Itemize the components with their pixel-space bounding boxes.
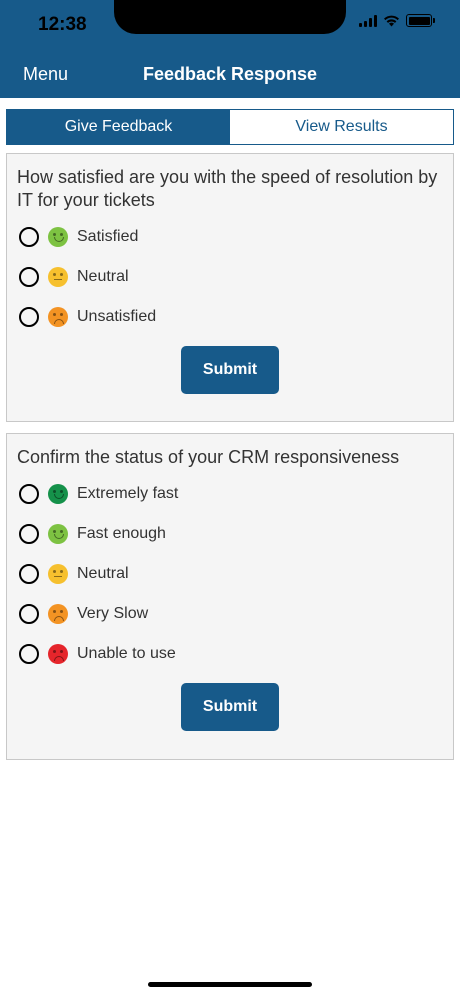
option-list: Extremely fast Fast enough Neutral Very … [19,474,453,674]
home-indicator[interactable] [148,982,312,987]
radio-button[interactable] [19,267,39,287]
neutral-emoji-icon [48,267,68,287]
option-label: Unsatisfied [77,308,157,325]
radio-button[interactable] [19,484,39,504]
page-title: Feedback Response [142,64,318,84]
segmented-tabs: Give Feedback View Results [6,109,454,145]
device-notch [114,0,346,34]
unsatisfied-emoji-icon [48,307,68,327]
satisfied-emoji-icon [48,227,68,247]
radio-button[interactable] [19,307,39,327]
unhappy-emoji-icon [48,604,68,624]
option-unsatisfied[interactable]: Unsatisfied [19,297,453,337]
option-neutral[interactable]: Neutral [19,554,453,594]
happy-emoji-icon [48,524,68,544]
option-satisfied[interactable]: Satisfied [19,217,453,257]
survey-question: How satisfied are you with the speed of … [17,167,438,210]
option-label: Extremely fast [77,485,179,502]
wifi-icon [384,15,399,26]
option-label: Fast enough [77,525,166,542]
app-header: 12:38 Menu Feedback Response [0,0,460,98]
radio-button[interactable] [19,604,39,624]
survey-card-crm-responsiveness: Confirm the status of your CRM responsiv… [6,433,454,760]
option-label: Unable to use [77,645,176,662]
option-very-slow[interactable]: Very Slow [19,594,453,634]
radio-button[interactable] [19,644,39,664]
radio-button[interactable] [19,524,39,544]
tab-give-feedback[interactable]: Give Feedback [7,110,230,144]
survey-card-resolution-speed: How satisfied are you with the speed of … [6,153,454,422]
very-unhappy-emoji-icon [48,644,68,664]
signal-icon [359,14,377,27]
option-label: Satisfied [77,228,139,245]
option-extremely-fast[interactable]: Extremely fast [19,474,453,514]
option-label: Neutral [77,268,129,285]
option-neutral[interactable]: Neutral [19,257,453,297]
option-fast-enough[interactable]: Fast enough [19,514,453,554]
survey-question: Confirm the status of your CRM responsiv… [17,447,400,467]
submit-button[interactable]: Submit [181,683,279,731]
battery-icon [406,14,435,27]
neutral-emoji-icon [48,564,68,584]
very-happy-emoji-icon [48,484,68,504]
radio-button[interactable] [19,564,39,584]
option-label: Neutral [77,565,129,582]
option-list: Satisfied Neutral Unsatisfied [19,217,453,337]
option-unable-to-use[interactable]: Unable to use [19,634,453,674]
tab-view-results[interactable]: View Results [230,110,453,144]
radio-button[interactable] [19,227,39,247]
option-label: Very Slow [77,605,149,622]
status-icons [359,14,435,27]
status-time: 12:38 [38,14,87,35]
submit-button[interactable]: Submit [181,346,279,394]
